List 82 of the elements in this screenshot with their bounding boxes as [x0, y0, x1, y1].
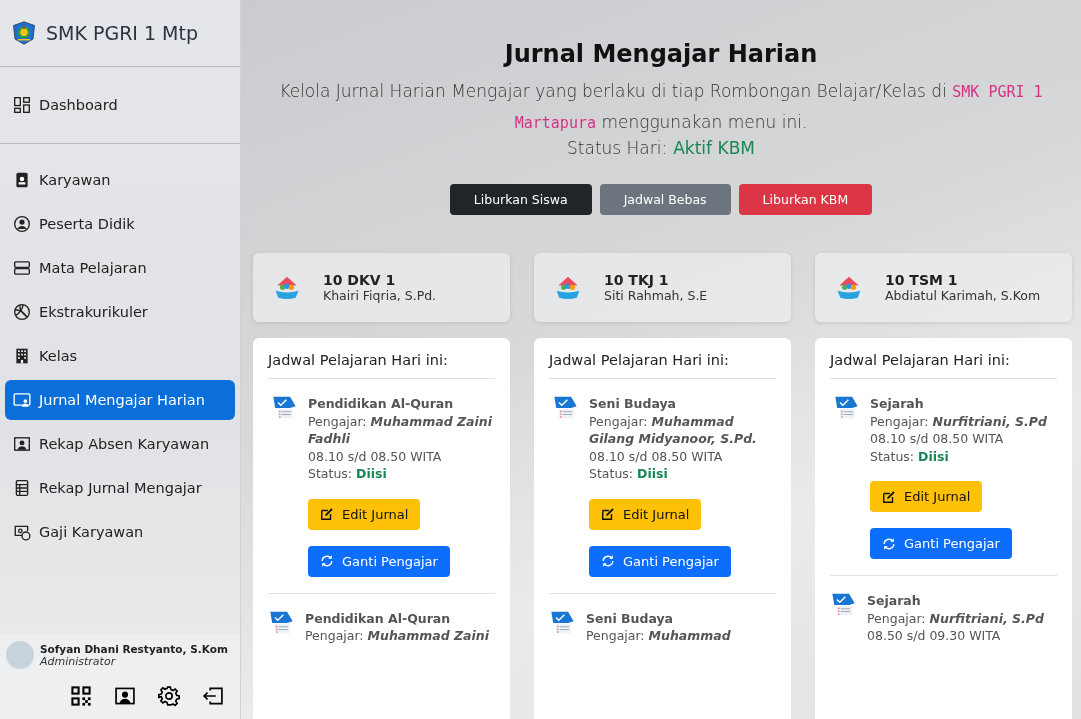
brand-name: SMK PGRI 1 Mtp: [46, 22, 198, 44]
edit-journal-button[interactable]: Edit Jurnal: [308, 498, 421, 530]
replace-teacher-button[interactable]: Ganti Pengajar: [308, 545, 450, 577]
grid-icon: [13, 96, 31, 114]
sidebar-item[interactable]: Karyawan: [5, 160, 235, 200]
subject-name: Sejarah: [870, 395, 925, 413]
teacher-text: Pengajar: Nurfitriani, S.Pd: [870, 412, 1047, 430]
edit-icon: [320, 507, 334, 521]
building-icon: [13, 347, 31, 365]
teacher-text: Pengajar: Muhammad Zaini Fadhli: [308, 412, 493, 448]
subject-name: Seni Budaya: [589, 395, 678, 413]
action-button[interactable]: Liburkan KBM: [738, 184, 873, 215]
edit-icon: [882, 489, 896, 504]
ball-icon: [13, 303, 31, 321]
avatar-placeholder: [6, 641, 34, 669]
homeroom-teacher: Siti Rahmah, S.E: [604, 288, 708, 303]
homeroom-teacher: Khairi Fiqria, S.Pd.: [323, 288, 437, 303]
class-name: 10 TSM 1: [885, 272, 959, 288]
checklist-icon: [268, 609, 295, 636]
logout-icon[interactable]: [202, 685, 224, 707]
class-name: 10 DKV 1: [323, 272, 397, 288]
sidebar-item[interactable]: Dashboard: [5, 85, 235, 125]
schedule-title: Jadwal Pelajaran Hari ini:: [268, 352, 495, 379]
server-icon: [13, 259, 31, 277]
sidebar-item[interactable]: Jurnal Mengajar Harian: [5, 380, 235, 420]
sidebar-item[interactable]: Rekap Jurnal Mengajar: [5, 468, 235, 508]
sidebar-item[interactable]: Mata Pelajaran: [5, 248, 235, 288]
time-range: 08.10 s/d 08.50 WITA: [308, 447, 443, 465]
subject-name: Pendidikan Al-Quran: [308, 395, 455, 413]
refresh-icon: [882, 536, 896, 551]
sidebar-item[interactable]: Ekstrakurikuler: [5, 292, 235, 332]
sidebar-item[interactable]: Peserta Didik: [5, 204, 235, 244]
page-title: Jurnal Mengajar Harian: [504, 40, 818, 68]
school-crest-icon: [12, 21, 36, 45]
teacher-text: Pengajar: Muhammad Gilang Midyanoor, S.Pd.: [589, 412, 758, 448]
homeroom-teacher: Abdiatul Karimah, S.Kom: [885, 288, 1041, 303]
user-name: Sofyan Dhani Restyanto, S.Kom: [40, 642, 228, 655]
edit-icon: [601, 507, 615, 521]
settings-icon[interactable]: [158, 685, 180, 707]
user-role: Administrator: [40, 654, 117, 668]
replace-teacher-button[interactable]: Ganti Pengajar: [589, 545, 731, 577]
schedule-title: Jadwal Pelajaran Hari ini:: [830, 352, 1057, 379]
edit-journal-button[interactable]: Edit Jurnal: [589, 498, 702, 530]
id-badge-icon: [13, 171, 31, 189]
replace-teacher-button[interactable]: Ganti Pengajar: [870, 528, 1012, 559]
status-text: Status: Diisi: [308, 465, 388, 483]
status-text: Status: Diisi: [870, 447, 950, 465]
refresh-icon: [320, 554, 334, 568]
person-frame-icon: [13, 435, 31, 453]
subject-name: Sejarah: [867, 592, 922, 610]
checklist-icon: [552, 395, 579, 421]
screen-person-icon: [13, 391, 31, 409]
edit-journal-button[interactable]: Edit Jurnal: [870, 481, 983, 512]
sidebar-item[interactable]: Gaji Karyawan: [5, 512, 235, 552]
status-value: Aktif KBM: [673, 138, 755, 158]
time-range: 08.10 s/d 08.50 WITA: [870, 430, 1005, 448]
sidebar-item[interactable]: Kelas: [5, 336, 235, 376]
checklist-icon: [833, 395, 860, 421]
money-icon: [13, 523, 31, 541]
status-label: Status Hari:: [567, 138, 668, 158]
checklist-icon: [271, 395, 298, 421]
checklist-icon: [549, 609, 576, 636]
class-name: 10 TKJ 1: [604, 272, 670, 288]
schedule-title: Jadwal Pelajaran Hari ini:: [549, 352, 776, 379]
action-button[interactable]: Liburkan Siswa: [449, 184, 592, 215]
person-circle-icon: [13, 215, 31, 233]
subject-name: Seni Budaya: [586, 609, 675, 627]
checklist-icon: [830, 592, 857, 618]
status-text: Status: Diisi: [589, 465, 669, 483]
time-range: 08.50 s/d 09.30 WITA: [867, 627, 1002, 645]
teacher-text: Pengajar: Nurfitriani, S.Pd: [867, 609, 1044, 627]
description-text: Kelola Jurnal Harian Mengajar yang berlaku di tiap Rombongan Belajar/Kelas di SMK PGRI 1 Martapura menggunakan menu ini.: [278, 80, 1044, 134]
qr-code-icon[interactable]: [70, 685, 92, 707]
person-frame-icon[interactable]: [114, 685, 136, 707]
sidebar-item[interactable]: Rekap Absen Karyawan: [5, 424, 235, 464]
teacher-text: Pengajar: Muhammad: [586, 627, 731, 645]
action-button[interactable]: Jadwal Bebas: [599, 184, 731, 215]
table-icon: [13, 479, 31, 497]
refresh-icon: [601, 554, 615, 568]
subject-name: Pendidikan Al-Quran: [305, 609, 452, 627]
teacher-text: Pengajar: Muhammad Zaini: [305, 627, 489, 645]
time-range: 08.10 s/d 08.50 WITA: [589, 447, 724, 465]
